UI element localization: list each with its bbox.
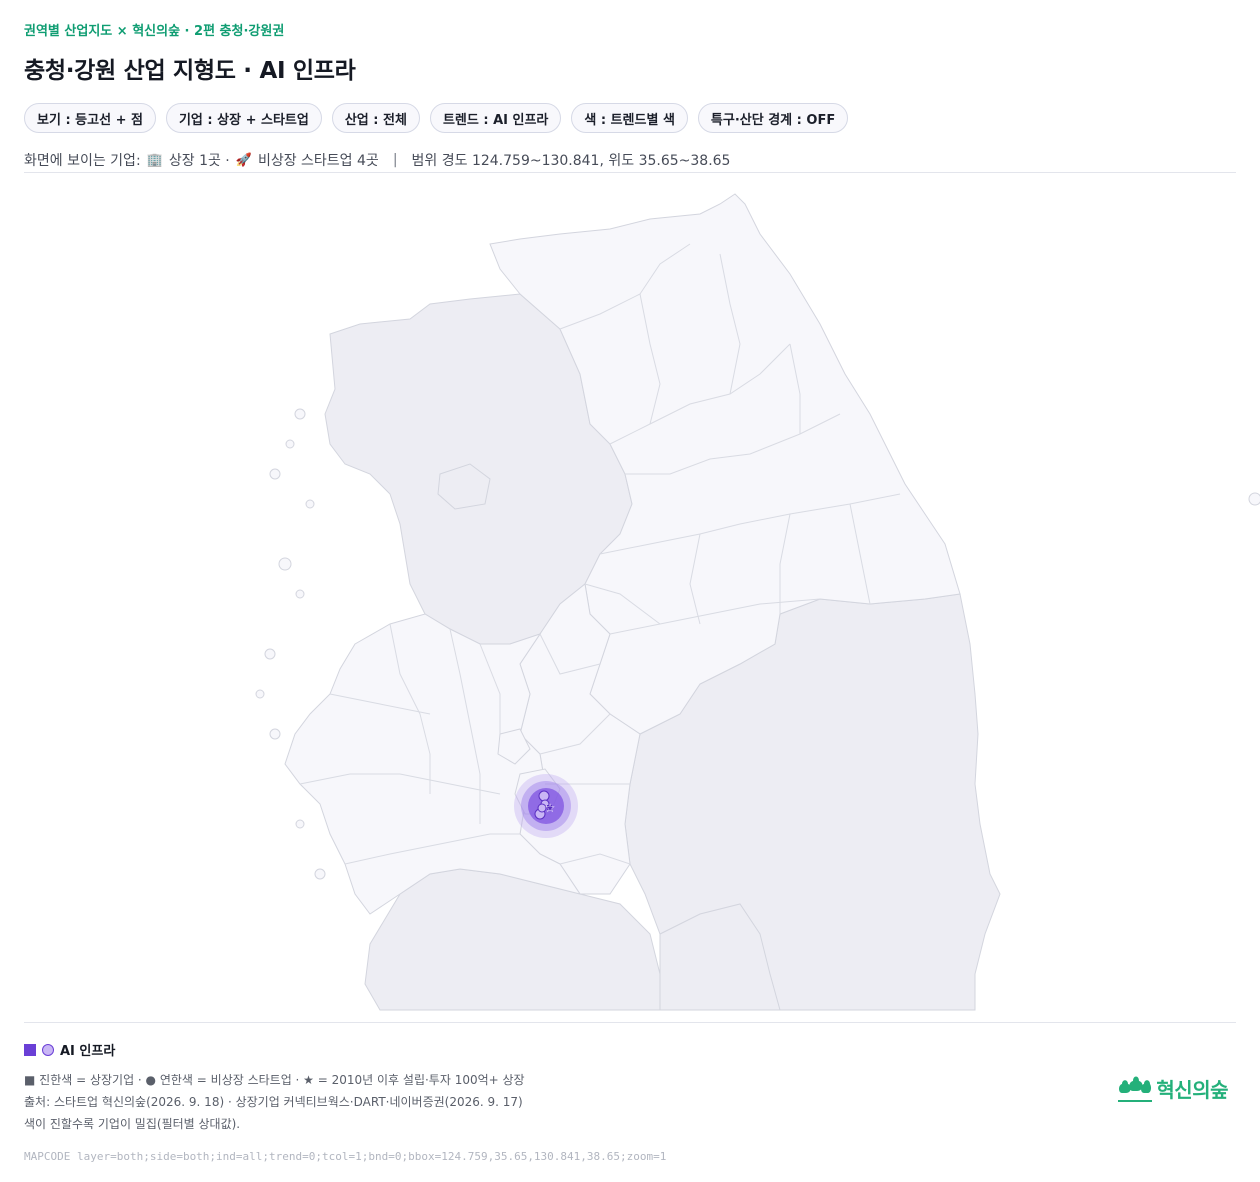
company-markers: ☆ xyxy=(514,774,578,838)
brand-logo: 혁신의숲 xyxy=(1118,1074,1228,1103)
legend-trend-label: AI 인프라 xyxy=(60,1044,116,1059)
visible-companies-summary: 화면에 보이는 기업: 🏢 상장 1곳 · 🚀 비상장 스타트업 4곳 | 범위… xyxy=(24,150,1236,170)
startup-marker[interactable] xyxy=(538,790,550,802)
bbox-range: 범위 경도 124.759~130.841, 위도 35.65~38.65 xyxy=(411,153,731,169)
region-map[interactable]: ☆ xyxy=(0,174,1260,1022)
chip-color[interactable]: 색 : 트렌드별 색 xyxy=(571,103,688,133)
star-icon: ☆ xyxy=(545,801,556,815)
forest-icon xyxy=(1118,1076,1153,1102)
legend-source: 출처: 스타트업 혁신의숲(2026. 9. 18) · 상장기업 커넥티브웍스… xyxy=(24,1095,523,1109)
startup-count: 비상장 스타트업 4곳 xyxy=(257,153,379,169)
summary-separator: | xyxy=(392,152,398,168)
chip-boundary-toggle[interactable]: 특구·산단 경계 : OFF xyxy=(697,103,849,133)
summary-prefix: 화면에 보이는 기업: xyxy=(24,153,141,169)
listed-swatch xyxy=(24,1043,36,1056)
chip-trend[interactable]: 트렌드 : AI 인프라 xyxy=(429,103,562,133)
jeonbuk-region xyxy=(364,868,661,1011)
header: 권역별 산업지도 × 혁신의숲 · 2편 충청·강원권 충청·강원 산업 지형도… xyxy=(24,18,1236,170)
series-eyebrow: 권역별 산업지도 × 혁신의숲 · 2편 충청·강원권 xyxy=(24,24,285,39)
startup-swatch xyxy=(42,1043,54,1056)
legend-density-note: 색이 진할수록 기업이 밀집(필터별 상대값). xyxy=(24,1117,241,1131)
legend-trend: AI 인프라 xyxy=(24,1040,1236,1059)
listed-count: 상장 1곳 · xyxy=(168,153,230,169)
mapcode: MAPCODE layer=both;side=both;ind=all;tre… xyxy=(24,1150,667,1163)
brand-name: 혁신의숲 xyxy=(1156,1078,1228,1102)
legend: AI 인프라 ■ 진한색 = 상장기업 · ● 연한색 = 비상장 스타트업 ·… xyxy=(24,1040,1236,1135)
chip-company-type[interactable]: 기업 : 상장 + 스타트업 xyxy=(165,103,322,133)
rocket-icon: 🚀 xyxy=(235,152,252,168)
page-title: 충청·강원 산업 지형도 · AI 인프라 xyxy=(24,58,356,84)
legend-marker-note: ■ 진한색 = 상장기업 · ● 연한색 = 비상장 스타트업 · ★ = 20… xyxy=(24,1073,525,1087)
chip-view-mode[interactable]: 보기 : 등고선 + 점 xyxy=(24,103,156,133)
divider-bottom xyxy=(24,1022,1236,1023)
divider-top xyxy=(24,172,1236,173)
building-icon: 🏢 xyxy=(146,152,163,168)
legend-notes: ■ 진한색 = 상장기업 · ● 연한색 = 비상장 스타트업 · ★ = 20… xyxy=(24,1069,1236,1135)
chip-industry[interactable]: 산업 : 전체 xyxy=(331,103,420,133)
filter-chips: 보기 : 등고선 + 점 기업 : 상장 + 스타트업 산업 : 전체 트렌드 … xyxy=(24,103,1236,133)
